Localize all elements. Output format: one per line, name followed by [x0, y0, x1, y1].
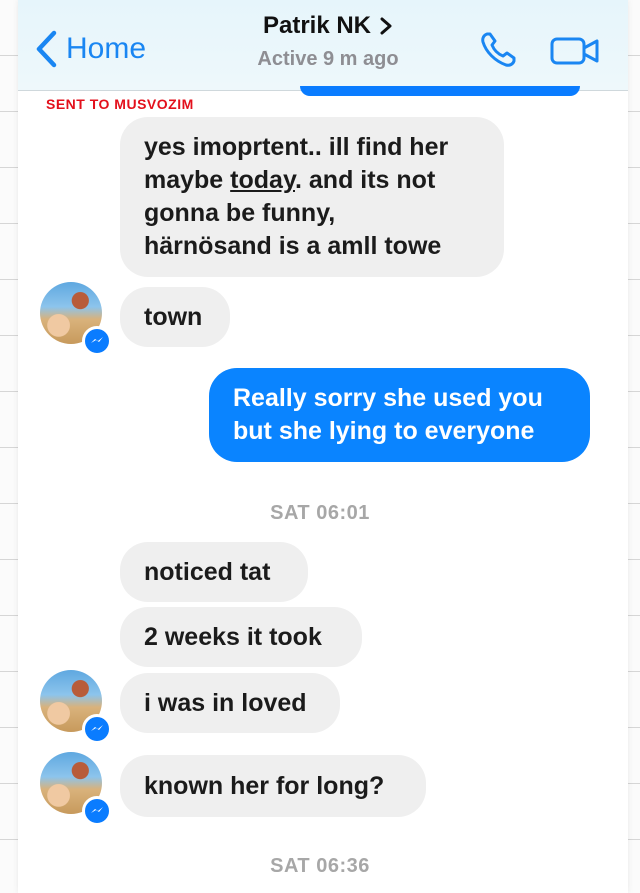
chevron-right-icon	[380, 17, 392, 35]
incoming-message[interactable]: town	[120, 287, 230, 347]
timestamp: SAT 06:36	[270, 855, 370, 877]
incoming-message[interactable]: 2 weeks it took	[120, 607, 362, 667]
message-text: noticed tat	[144, 558, 271, 586]
timestamp: SAT 06:01	[270, 502, 370, 524]
back-label: Home	[66, 32, 147, 65]
message-line: maybe	[144, 166, 231, 194]
message-line: . and its not	[295, 166, 436, 194]
message-text: 2 weeks it took	[144, 623, 322, 651]
incoming-message[interactable]: known her for long?	[120, 755, 426, 817]
message-text: i was in loved	[144, 689, 307, 717]
incoming-message[interactable]: i was in loved	[120, 673, 340, 733]
message-text: known her for long?	[144, 772, 385, 800]
chevron-left-icon	[36, 30, 57, 68]
back-button[interactable]: Home	[34, 26, 146, 72]
messenger-badge-icon	[82, 714, 112, 744]
messenger-badge-icon	[82, 326, 112, 356]
message-text: town	[144, 303, 203, 331]
message-line: Really sorry she used you	[233, 384, 543, 412]
active-status: Active 9 m ago	[257, 48, 399, 70]
contact-info[interactable]: Patrik NK Active 9 m ago	[228, 12, 428, 71]
messenger-badge-icon	[82, 796, 112, 826]
date-link[interactable]: today	[230, 166, 295, 194]
phone-icon[interactable]	[478, 30, 518, 70]
previous-outgoing-bubble	[300, 86, 580, 96]
outgoing-message[interactable]: Really sorry she used you but she lying …	[209, 368, 590, 462]
watermark-text: SENT TO MUSVOZIM	[46, 96, 194, 112]
message-line: härnösand is a amll towe	[144, 232, 442, 260]
message-line: yes imoprtent.. ill find her	[144, 133, 449, 161]
chat-header: Home Patrik NK Active 9 m ago	[18, 0, 628, 91]
message-line: but she lying to everyone	[233, 417, 535, 445]
incoming-message[interactable]: yes imoprtent.. ill find her maybe today…	[120, 117, 504, 277]
incoming-message[interactable]: noticed tat	[120, 542, 308, 602]
contact-name: Patrik NK	[262, 12, 372, 39]
video-camera-icon[interactable]	[550, 36, 600, 66]
message-line: gonna be funny,	[144, 199, 336, 227]
